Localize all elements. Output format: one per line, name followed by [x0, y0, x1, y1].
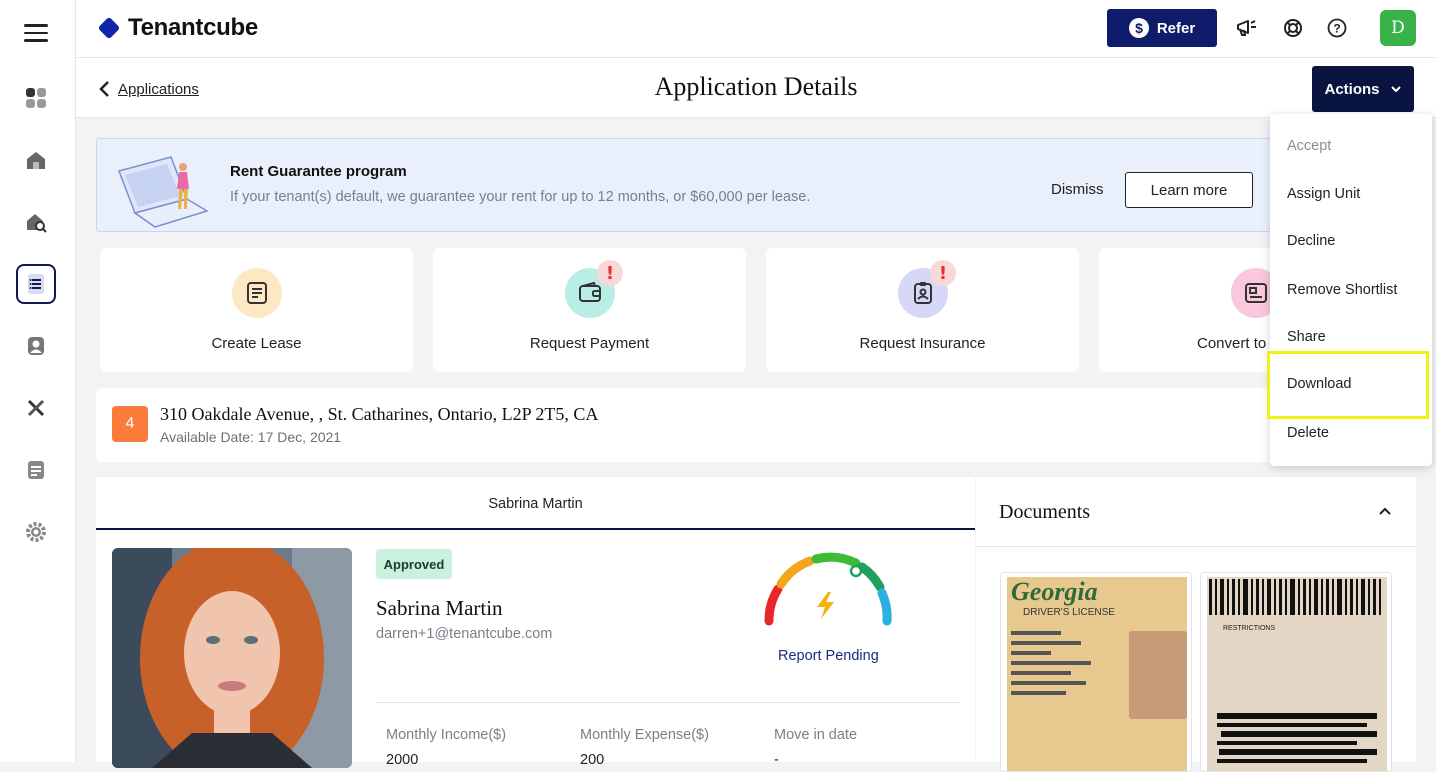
applicant-panel: Sabrina Martin Approved Sabrina Martin d…: [96, 477, 975, 768]
tab-applicant[interactable]: Sabrina Martin: [96, 477, 975, 530]
settings-gear-icon[interactable]: [16, 512, 56, 552]
banner-title: Rent Guarantee program: [230, 163, 407, 180]
reports-icon[interactable]: [16, 450, 56, 490]
property-address-card: 4 310 Oakdale Avenue, , St. Catharines, …: [96, 388, 1416, 462]
page-title: Application Details: [654, 72, 858, 101]
help-lifebuoy-icon[interactable]: [1282, 17, 1304, 39]
tenants-icon[interactable]: [16, 326, 56, 366]
license-photo: [1129, 631, 1187, 719]
svg-text:$: $: [1135, 20, 1143, 36]
dismiss-button[interactable]: Dismiss: [1051, 181, 1104, 198]
move-in-date-label: Move in date: [774, 727, 858, 743]
documents-header[interactable]: Documents: [976, 477, 1416, 547]
monthly-expense-value: 200: [580, 752, 605, 768]
create-lease-card[interactable]: Create Lease: [100, 248, 413, 372]
license-type: DRIVER'S LICENSE: [1023, 607, 1115, 618]
monthly-income-label: Monthly Income($): [386, 727, 507, 743]
card-label: Convert to: [1197, 335, 1267, 352]
banner-subtitle: If your tenant(s) default, we guarantee …: [230, 189, 811, 205]
divider: [376, 702, 960, 703]
restrictions-label: RESTRICTIONS: [1223, 625, 1276, 632]
announcement-megaphone-icon[interactable]: [1236, 17, 1258, 39]
tab-applicant-label: Sabrina Martin: [488, 496, 583, 512]
sidebar: [0, 0, 76, 762]
user-avatar[interactable]: D: [1380, 10, 1416, 46]
drivers-license-back-thumbnail[interactable]: RESTRICTIONS: [1200, 572, 1392, 772]
applicant-email: darren+1@tenantcube.com: [376, 626, 553, 642]
dashboard-icon[interactable]: [16, 78, 56, 118]
credit-score-gauge: [758, 549, 898, 634]
lightning-icon: [817, 592, 834, 619]
menu-item-decline[interactable]: Decline: [1287, 233, 1335, 249]
logo-diamond-icon: [98, 17, 120, 39]
request-payment-card[interactable]: ! Request Payment: [433, 248, 746, 372]
applications-icon[interactable]: [16, 264, 56, 304]
request-insurance-card[interactable]: ! Request Insurance: [766, 248, 1079, 372]
card-label: Request Payment: [529, 335, 650, 352]
refer-label: Refer: [1156, 19, 1196, 37]
download-highlight-box: [1267, 351, 1429, 419]
card-label: Request Insurance: [859, 335, 986, 352]
menu-item-remove-shortlist[interactable]: Remove Shortlist: [1287, 282, 1397, 298]
move-in-date-value: -: [774, 752, 779, 768]
applicant-name: Sabrina Martin: [376, 596, 503, 620]
license-state: Georgia: [1011, 577, 1098, 606]
property-address: 310 Oakdale Avenue, , St. Catharines, On…: [160, 404, 599, 424]
unit-number-badge: 4: [112, 406, 148, 442]
chevron-down-icon: [1390, 86, 1401, 93]
rent-guarantee-banner: Rent Guarantee program If your tenant(s)…: [96, 138, 1416, 232]
report-status[interactable]: Report Pending: [778, 648, 879, 664]
refer-button[interactable]: $ Refer: [1107, 9, 1217, 47]
status-badge: Approved: [376, 549, 452, 579]
top-bar: Tenantcube $ Refer ? D: [76, 0, 1436, 58]
monthly-income-value: 2000: [386, 752, 419, 768]
property-search-icon[interactable]: [16, 202, 56, 242]
monthly-expense-label: Monthly Expense($): [580, 727, 709, 743]
actions-button[interactable]: Actions: [1312, 66, 1414, 112]
barcode-icon: [1209, 579, 1381, 615]
alert-badge-icon: !: [597, 260, 623, 286]
applicant-photo: [112, 548, 352, 768]
drivers-license-front-thumbnail[interactable]: Georgia DRIVER'S LICENSE: [1000, 572, 1192, 772]
menu-item-assign-unit[interactable]: Assign Unit: [1287, 186, 1360, 202]
question-icon[interactable]: ?: [1326, 17, 1348, 39]
alert-badge-icon: !: [930, 260, 956, 286]
documents-title: Documents: [999, 501, 1091, 523]
dollar-icon: $: [1128, 18, 1149, 38]
learn-more-button[interactable]: Learn more: [1125, 172, 1253, 208]
menu-item-accept[interactable]: Accept: [1287, 138, 1331, 154]
documents-panel: Documents Georgia DRIVER'S LICENSE RESTR…: [976, 477, 1416, 772]
menu-item-delete[interactable]: Delete: [1287, 425, 1329, 441]
laptop-illustration-icon: [118, 156, 209, 228]
menu-item-share[interactable]: Share: [1287, 329, 1326, 345]
brand-name: Tenantcube: [128, 14, 258, 41]
actions-label: Actions: [1324, 80, 1380, 98]
card-label: Create Lease: [211, 335, 302, 352]
hamburger-menu-icon[interactable]: [24, 24, 48, 42]
page-header: Applications Application Details Actions: [76, 58, 1436, 118]
available-date: Available Date: 17 Dec, 2021: [160, 429, 342, 445]
chevron-up-icon[interactable]: [1378, 506, 1392, 516]
properties-icon[interactable]: [16, 140, 56, 180]
tenantcube-logo[interactable]: Tenantcube: [96, 14, 258, 42]
lease-icon: [232, 268, 282, 318]
license-text-lines: [1011, 625, 1101, 715]
maintenance-tools-icon[interactable]: [16, 388, 56, 428]
svg-text:?: ?: [1333, 22, 1340, 36]
